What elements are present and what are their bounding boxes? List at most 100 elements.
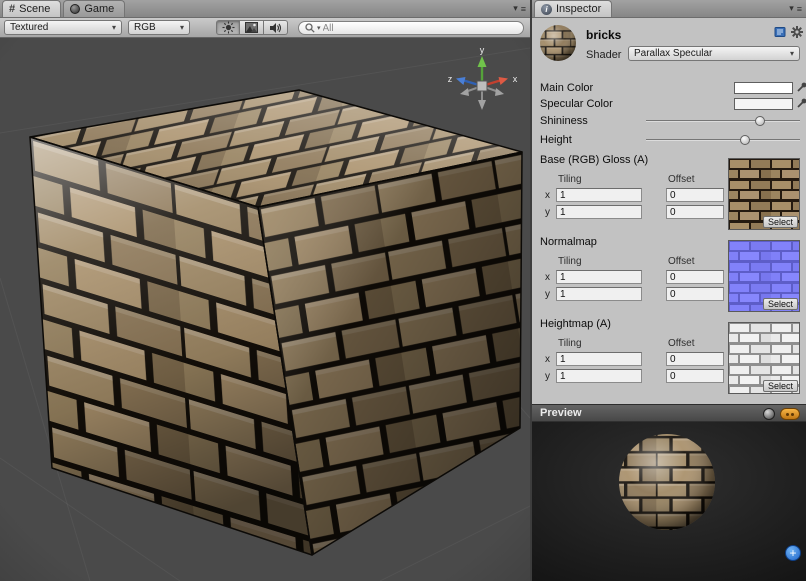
search-input[interactable] <box>323 23 503 34</box>
material-preview-sphere[interactable] <box>532 422 806 581</box>
offset-x-input[interactable] <box>666 188 724 202</box>
specular-color-label: Specular Color <box>540 98 613 110</box>
offset-x-input[interactable] <box>666 270 724 284</box>
tab-game-label: Game <box>84 3 114 15</box>
material-preview-icon <box>538 23 578 63</box>
tiling-y-input[interactable] <box>556 287 642 301</box>
scene-orientation-gizmo[interactable]: y x z <box>442 44 522 124</box>
select-texture-button[interactable]: Select <box>763 380 798 392</box>
tiling-x-input[interactable] <box>556 188 642 202</box>
tab-scene-label: Scene <box>19 3 50 15</box>
tab-game[interactable]: Game <box>63 0 125 17</box>
select-texture-button[interactable]: Select <box>763 216 798 228</box>
texture-thumbnail-diffuse[interactable]: Select <box>728 158 800 230</box>
unity-editor-window: # Scene Game ▾ ≡ Textured ▾ RGB ▾ <box>0 0 806 581</box>
offset-column-label: Offset <box>668 338 695 349</box>
panel-menu-icon: ≡ <box>521 4 526 14</box>
texture-thumbnail-heightmap[interactable]: Select <box>728 322 800 394</box>
game-icon <box>70 4 80 14</box>
texture-thumbnail-normalmap[interactable]: Select <box>728 240 800 312</box>
y-axis-label: y <box>545 207 550 218</box>
gizmo-x-cone[interactable] <box>499 77 509 85</box>
section-title: Base (RGB) Gloss (A) <box>540 154 648 166</box>
preview-body: + <box>532 422 806 581</box>
offset-y-input[interactable] <box>666 287 724 301</box>
panel-dropdown-icon: ▾ <box>513 3 518 14</box>
tiling-y-input[interactable] <box>556 369 642 383</box>
main-color-label: Main Color <box>540 82 593 94</box>
x-axis-label: x <box>545 190 550 201</box>
tab-inspector-label: Inspector <box>556 3 601 15</box>
preview-mesh-toggle[interactable] <box>763 408 775 420</box>
shader-label: Shader <box>586 49 621 61</box>
info-icon: i <box>541 4 552 15</box>
y-axis-label: y <box>545 289 550 300</box>
material-name: bricks <box>586 28 621 42</box>
offset-column-label: Offset <box>668 256 695 267</box>
draw-mode-dropdown[interactable]: Textured ▾ <box>4 20 122 35</box>
scene-viewport[interactable]: y x z <box>0 38 530 581</box>
texture-section-heightmap: Heightmap (A) Tiling Offset x y Select <box>532 318 806 400</box>
scene-lighting-toggle[interactable] <box>216 20 240 35</box>
tab-scene[interactable]: # Scene <box>2 0 61 17</box>
slider-thumb[interactable] <box>740 135 750 145</box>
tiling-x-input[interactable] <box>556 270 642 284</box>
gizmo-center-cube[interactable] <box>477 81 487 91</box>
shininess-slider[interactable] <box>646 115 800 127</box>
tiling-x-input[interactable] <box>556 352 642 366</box>
gizmo-z-cone[interactable] <box>456 77 466 85</box>
inspector-tabstrip: i Inspector ▾ ≡ <box>532 0 806 18</box>
tab-inspector[interactable]: i Inspector <box>534 0 612 17</box>
offset-y-input[interactable] <box>666 205 724 219</box>
color-channel-dropdown[interactable]: RGB ▾ <box>128 20 190 35</box>
inspector-panel: i Inspector ▾ ≡ bricks Shader Parallax S… <box>532 0 806 581</box>
tiling-y-input[interactable] <box>556 205 642 219</box>
scene-search: ▾ <box>298 21 524 35</box>
texture-section-base: Base (RGB) Gloss (A) Tiling Offset x y S… <box>532 154 806 236</box>
gear-icon[interactable] <box>791 26 803 38</box>
slider-track <box>646 139 800 141</box>
panel-menu-icon: ≡ <box>797 4 802 14</box>
scene-panel: # Scene Game ▾ ≡ Textured ▾ RGB ▾ <box>0 0 530 581</box>
offset-y-input[interactable] <box>666 369 724 383</box>
preview-light-toggle[interactable] <box>780 408 800 420</box>
eyedropper-icon[interactable] <box>796 96 806 109</box>
eyedropper-icon[interactable] <box>796 80 806 93</box>
section-title: Heightmap (A) <box>540 318 611 330</box>
shininess-label: Shininess <box>540 115 588 127</box>
draw-mode-label: Textured <box>10 22 48 33</box>
preview-title: Preview <box>540 407 582 419</box>
gizmo-x-label: x <box>513 74 518 84</box>
scene-panel-menu[interactable]: ▾ ≡ <box>513 3 526 14</box>
gizmo-y-cone[interactable] <box>478 56 487 67</box>
help-book-icon[interactable] <box>774 26 786 38</box>
shader-dropdown[interactable]: Parallax Specular ▾ <box>628 46 800 61</box>
main-color-swatch[interactable] <box>734 82 793 94</box>
scene-skybox-toggle[interactable] <box>240 20 264 35</box>
height-slider[interactable] <box>646 134 800 146</box>
scene-tabstrip: # Scene Game ▾ ≡ <box>0 0 530 18</box>
select-texture-button[interactable]: Select <box>763 298 798 310</box>
x-axis-label: x <box>545 272 550 283</box>
inspector-panel-menu[interactable]: ▾ ≡ <box>789 3 802 14</box>
specular-color-swatch[interactable] <box>734 98 793 110</box>
search-scope-arrow[interactable]: ▾ <box>317 24 321 32</box>
texture-section-normalmap: Normalmap Tiling Offset x y Select <box>532 236 806 318</box>
x-axis-label: x <box>545 354 550 365</box>
scene-audio-toggle[interactable] <box>264 20 288 35</box>
preview-header[interactable]: Preview <box>532 404 806 422</box>
scene-toolbar: Textured ▾ RGB ▾ <box>0 18 530 38</box>
section-title: Normalmap <box>540 236 597 248</box>
tiling-column-label: Tiling <box>558 174 582 185</box>
panel-dropdown-icon: ▾ <box>789 3 794 14</box>
speaker-icon <box>269 22 282 34</box>
tiling-column-label: Tiling <box>558 256 582 267</box>
search-icon <box>305 23 315 33</box>
preview-add-button[interactable]: + <box>785 545 801 561</box>
tiling-column-label: Tiling <box>558 338 582 349</box>
y-axis-label: y <box>545 371 550 382</box>
offset-x-input[interactable] <box>666 352 724 366</box>
shader-value: Parallax Specular <box>634 48 712 59</box>
sun-icon <box>222 21 235 34</box>
slider-thumb[interactable] <box>755 116 765 126</box>
